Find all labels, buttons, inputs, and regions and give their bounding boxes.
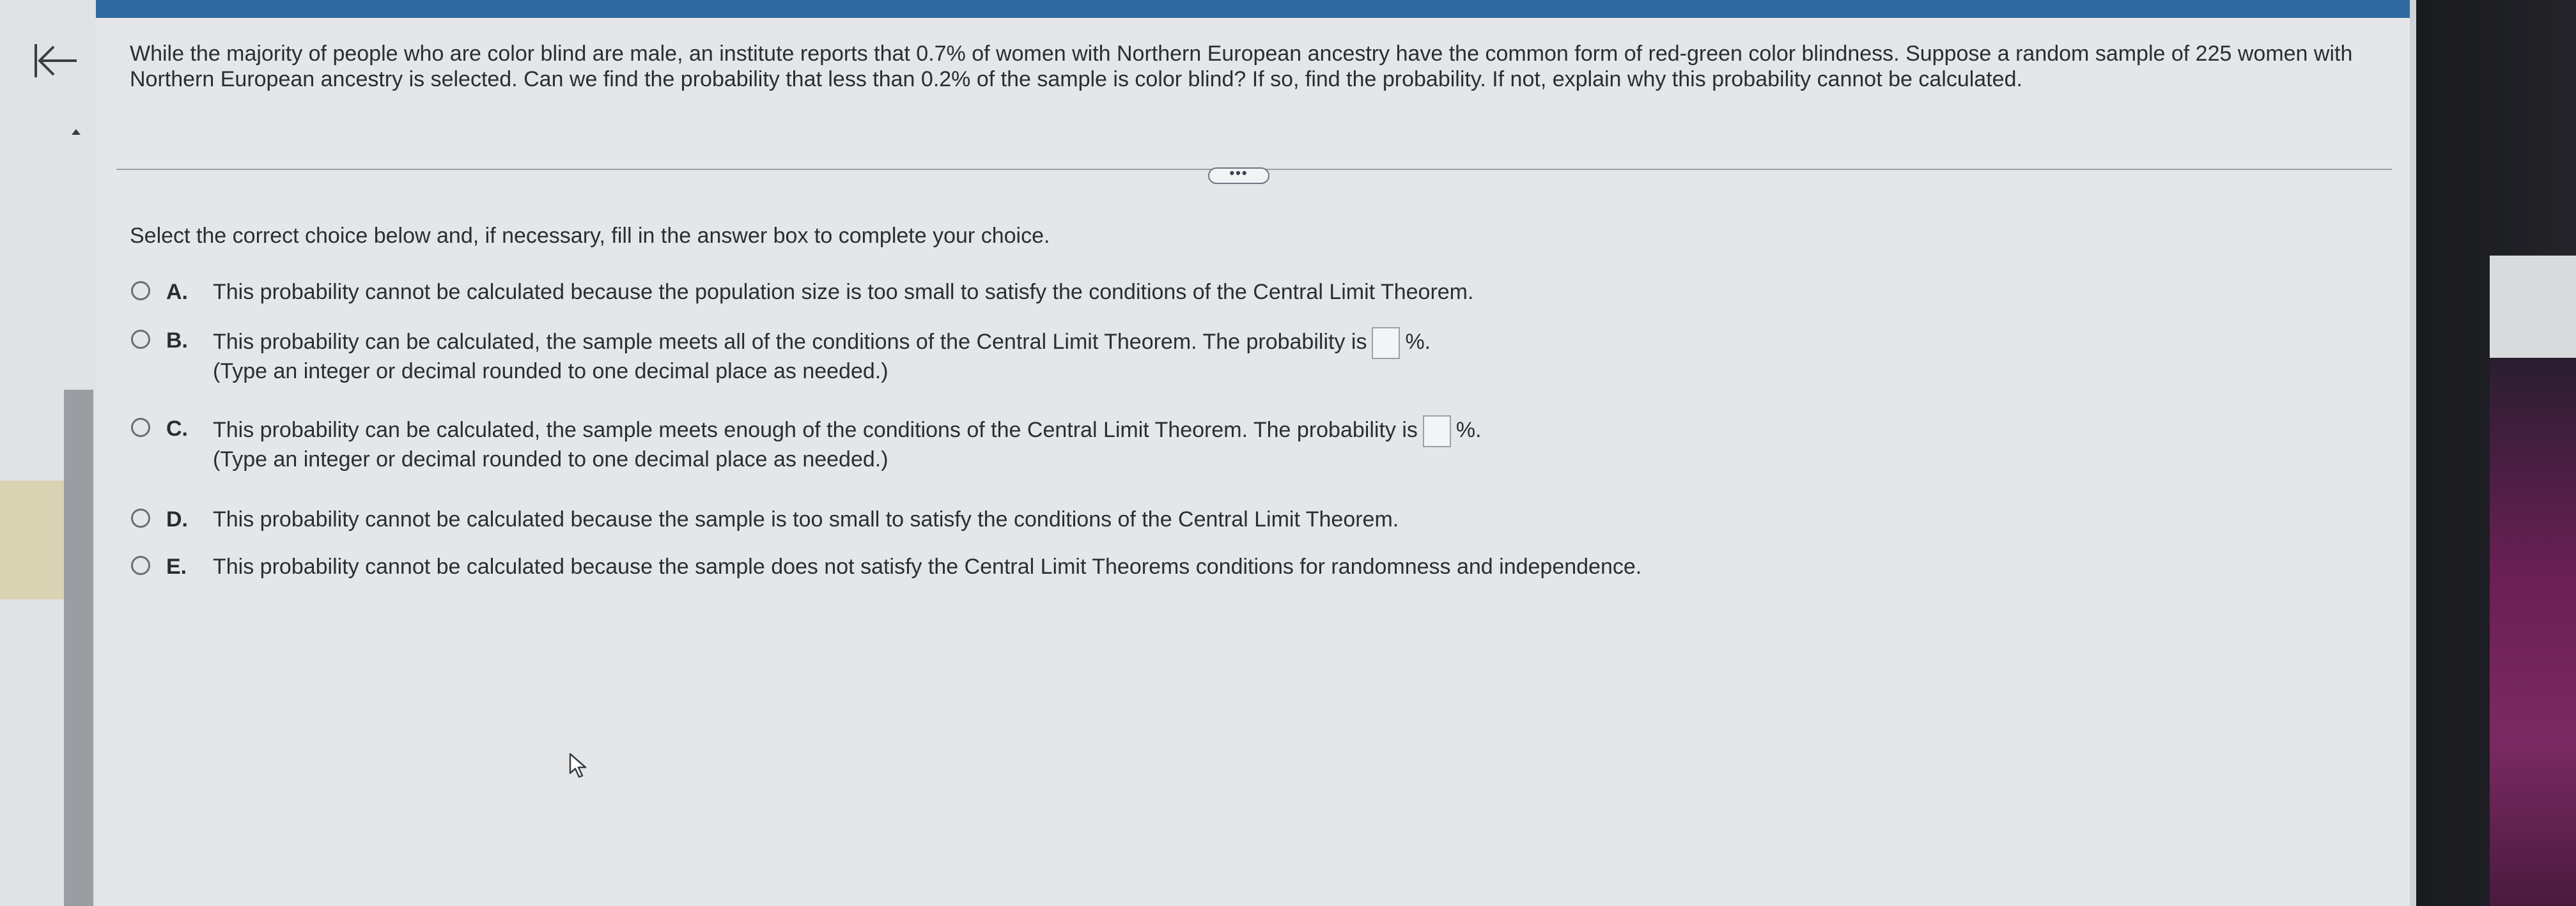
back-to-start-icon[interactable] [31, 35, 82, 86]
choice-letter: A. [166, 280, 188, 304]
choice-letter: C. [166, 417, 188, 441]
radio-button[interactable] [131, 330, 150, 349]
choice-line: This probability can be calculated, the … [213, 415, 1482, 447]
choice-letter: B. [166, 328, 188, 353]
left-gutter-highlight [0, 480, 64, 599]
choice-text: This probability cannot be calculated be… [213, 507, 1399, 532]
radio-button[interactable] [131, 418, 150, 437]
scroll-up-icon[interactable] [72, 129, 81, 135]
choice-text: This probability can be calculated, the … [213, 417, 1418, 442]
answer-input[interactable] [1422, 415, 1451, 447]
question-text: While the majority of people who are col… [130, 41, 2380, 92]
choice-text: This probability cannot be calculated be… [213, 280, 1474, 304]
background-object [2490, 358, 2576, 906]
choice-line: This probability can be calculated, the … [213, 327, 1431, 359]
answer-hint: (Type an integer or decimal rounded to o… [213, 447, 888, 472]
background-light-area [2490, 256, 2576, 358]
top-bar [96, 0, 2416, 18]
answer-hint: (Type an integer or decimal rounded to o… [213, 359, 888, 383]
answer-input[interactable] [1372, 327, 1401, 359]
choice-text: This probability cannot be calculated be… [213, 555, 1642, 579]
instruction-text: Select the correct choice below and, if … [130, 224, 1050, 248]
percent-suffix: %. [1405, 329, 1431, 354]
mouse-cursor-icon [569, 753, 588, 778]
radio-button[interactable] [131, 281, 150, 300]
question-paragraph: While the majority of people who are col… [130, 42, 2353, 91]
more-button[interactable]: ••• [1208, 166, 1269, 184]
left-scrollbar[interactable] [64, 390, 93, 906]
percent-suffix: %. [1455, 417, 1482, 442]
choice-text: This probability can be calculated, the … [213, 329, 1367, 354]
radio-button[interactable] [131, 509, 150, 528]
choice-letter: D. [166, 507, 188, 532]
radio-button[interactable] [131, 556, 150, 575]
choice-letter: E. [166, 555, 187, 579]
